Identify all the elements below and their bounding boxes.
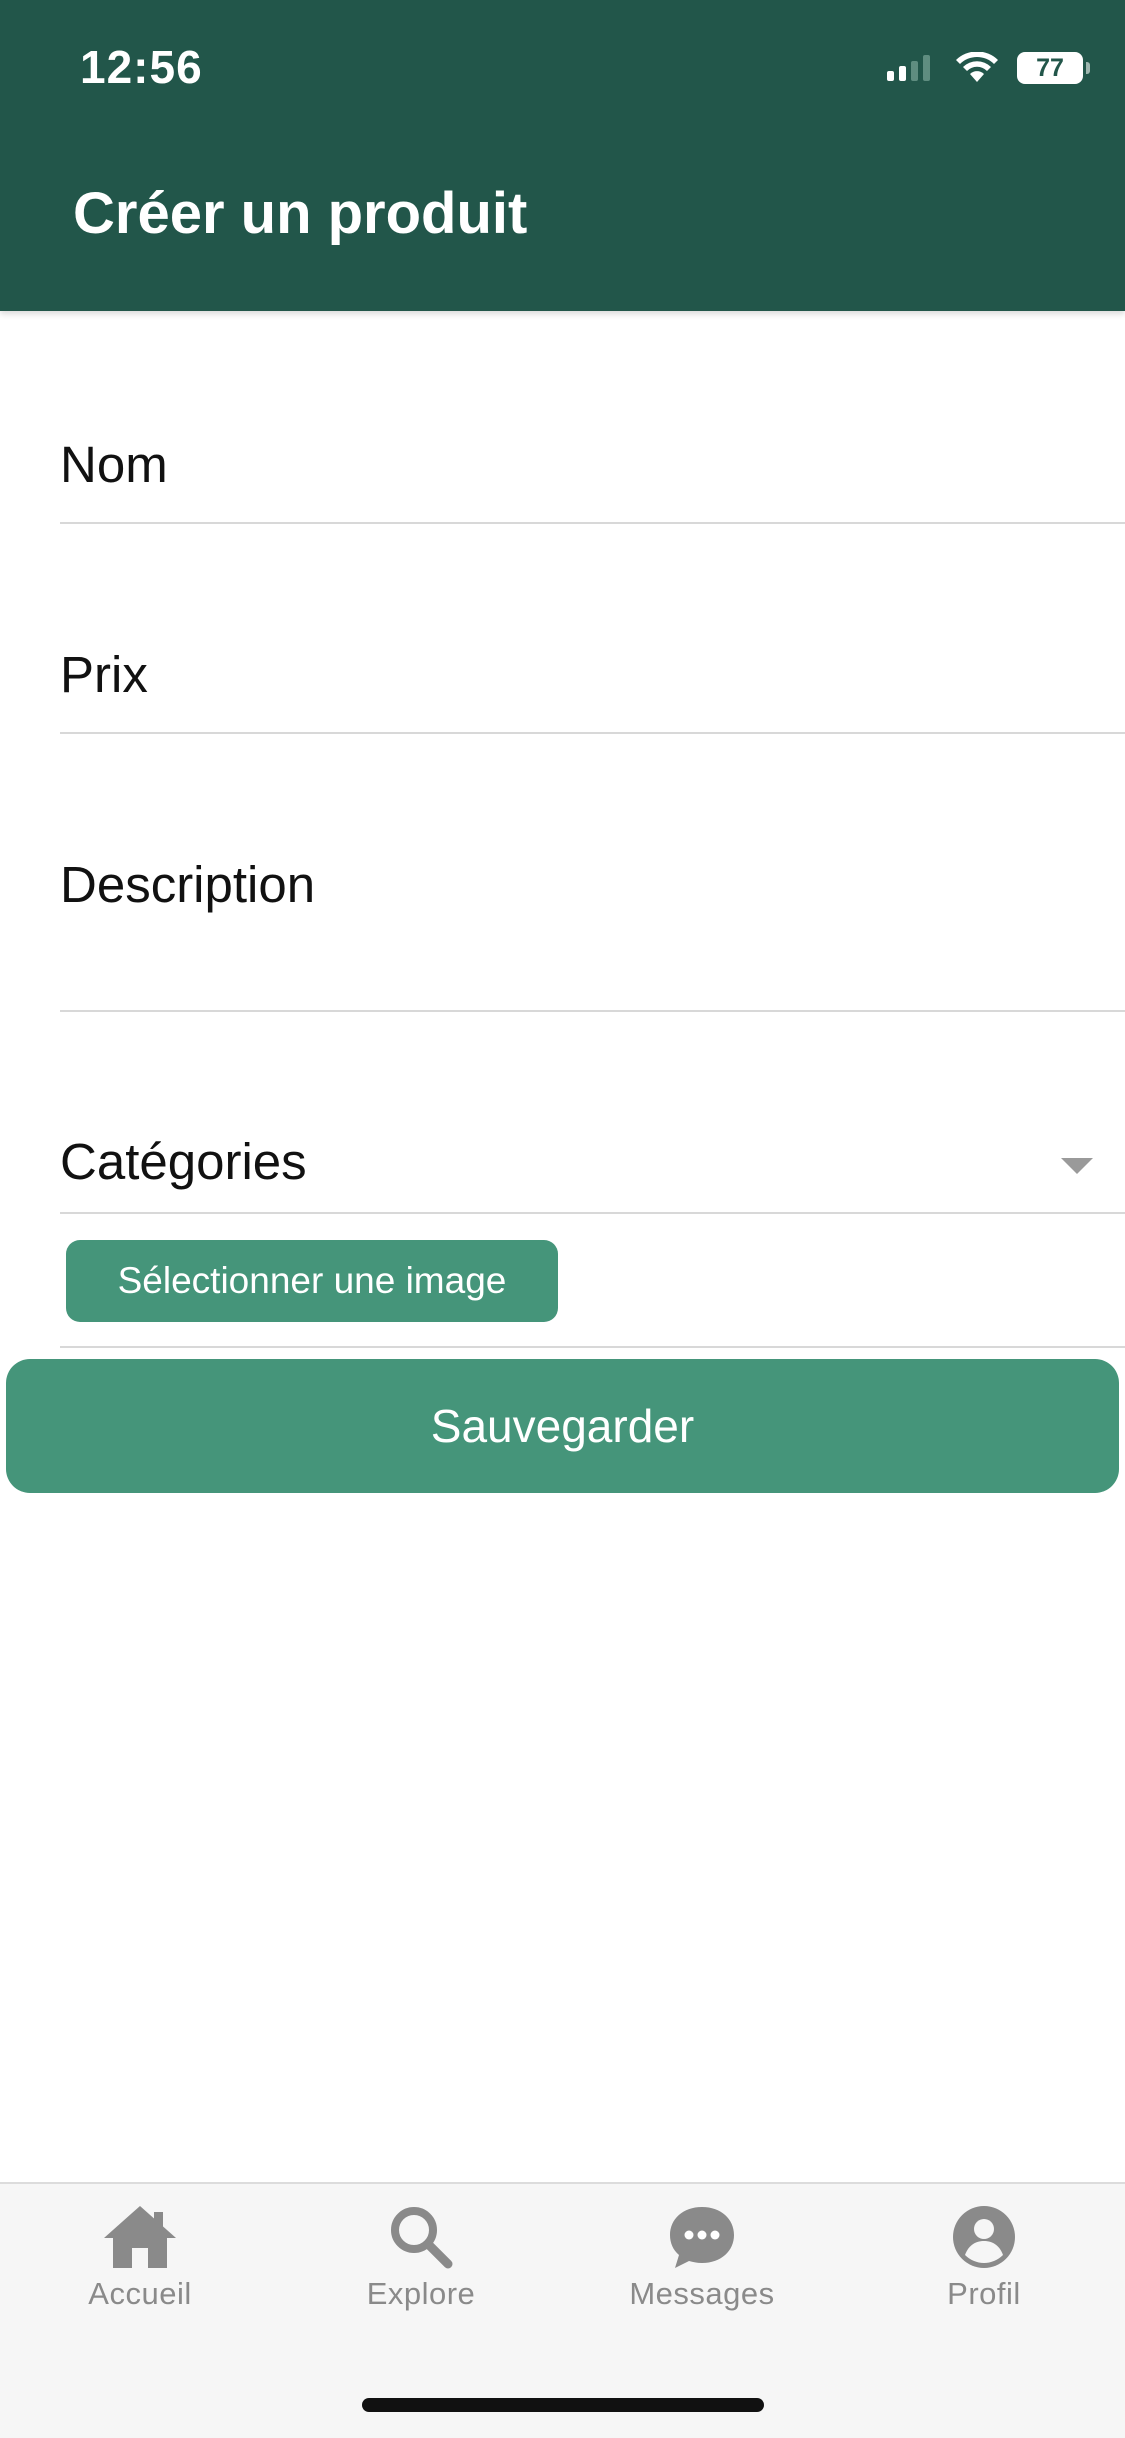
tab-accueil[interactable]: Accueil xyxy=(40,2204,240,2324)
home-indicator xyxy=(362,2398,764,2412)
battery-indicator: 77 xyxy=(1017,52,1090,84)
page-title: Créer un produit xyxy=(73,181,528,246)
tab-messages[interactable]: Messages xyxy=(602,2204,802,2324)
tab-profil-label: Profil xyxy=(947,2276,1021,2311)
tab-messages-label: Messages xyxy=(629,2276,775,2311)
status-time: 12:56 xyxy=(80,41,203,93)
select-image-button[interactable]: Sélectionner une image xyxy=(66,1240,558,1322)
chevron-down-icon[interactable] xyxy=(1061,1158,1093,1174)
price-field[interactable]: Prix xyxy=(60,630,1125,734)
categories-select-label: Catégories xyxy=(60,1133,307,1190)
tab-accueil-label: Accueil xyxy=(88,2276,192,2311)
save-button[interactable]: Sauvegarder xyxy=(6,1359,1119,1493)
tab-explore[interactable]: Explore xyxy=(321,2204,521,2324)
image-picker-row: Sélectionner une image xyxy=(60,1214,1125,1348)
description-field-label: Description xyxy=(60,856,316,913)
status-icons: 77 xyxy=(887,48,1090,88)
price-field-label: Prix xyxy=(60,646,148,703)
home-icon xyxy=(104,2206,176,2268)
chat-bubble-icon xyxy=(670,2207,734,2268)
name-field[interactable]: Nom xyxy=(60,420,1125,524)
name-field-label: Nom xyxy=(60,436,168,493)
search-icon xyxy=(391,2207,453,2269)
description-field[interactable]: Description xyxy=(60,840,1125,1012)
tab-explore-label: Explore xyxy=(366,2276,476,2311)
wifi-icon xyxy=(956,52,998,82)
user-icon xyxy=(953,2206,1015,2268)
app-header: 12:56 77 Créer un produit xyxy=(0,0,1125,311)
categories-select[interactable]: Catégories xyxy=(60,1120,1125,1214)
cellular-signal-icon xyxy=(887,55,930,81)
tab-profil[interactable]: Profil xyxy=(884,2204,1084,2324)
